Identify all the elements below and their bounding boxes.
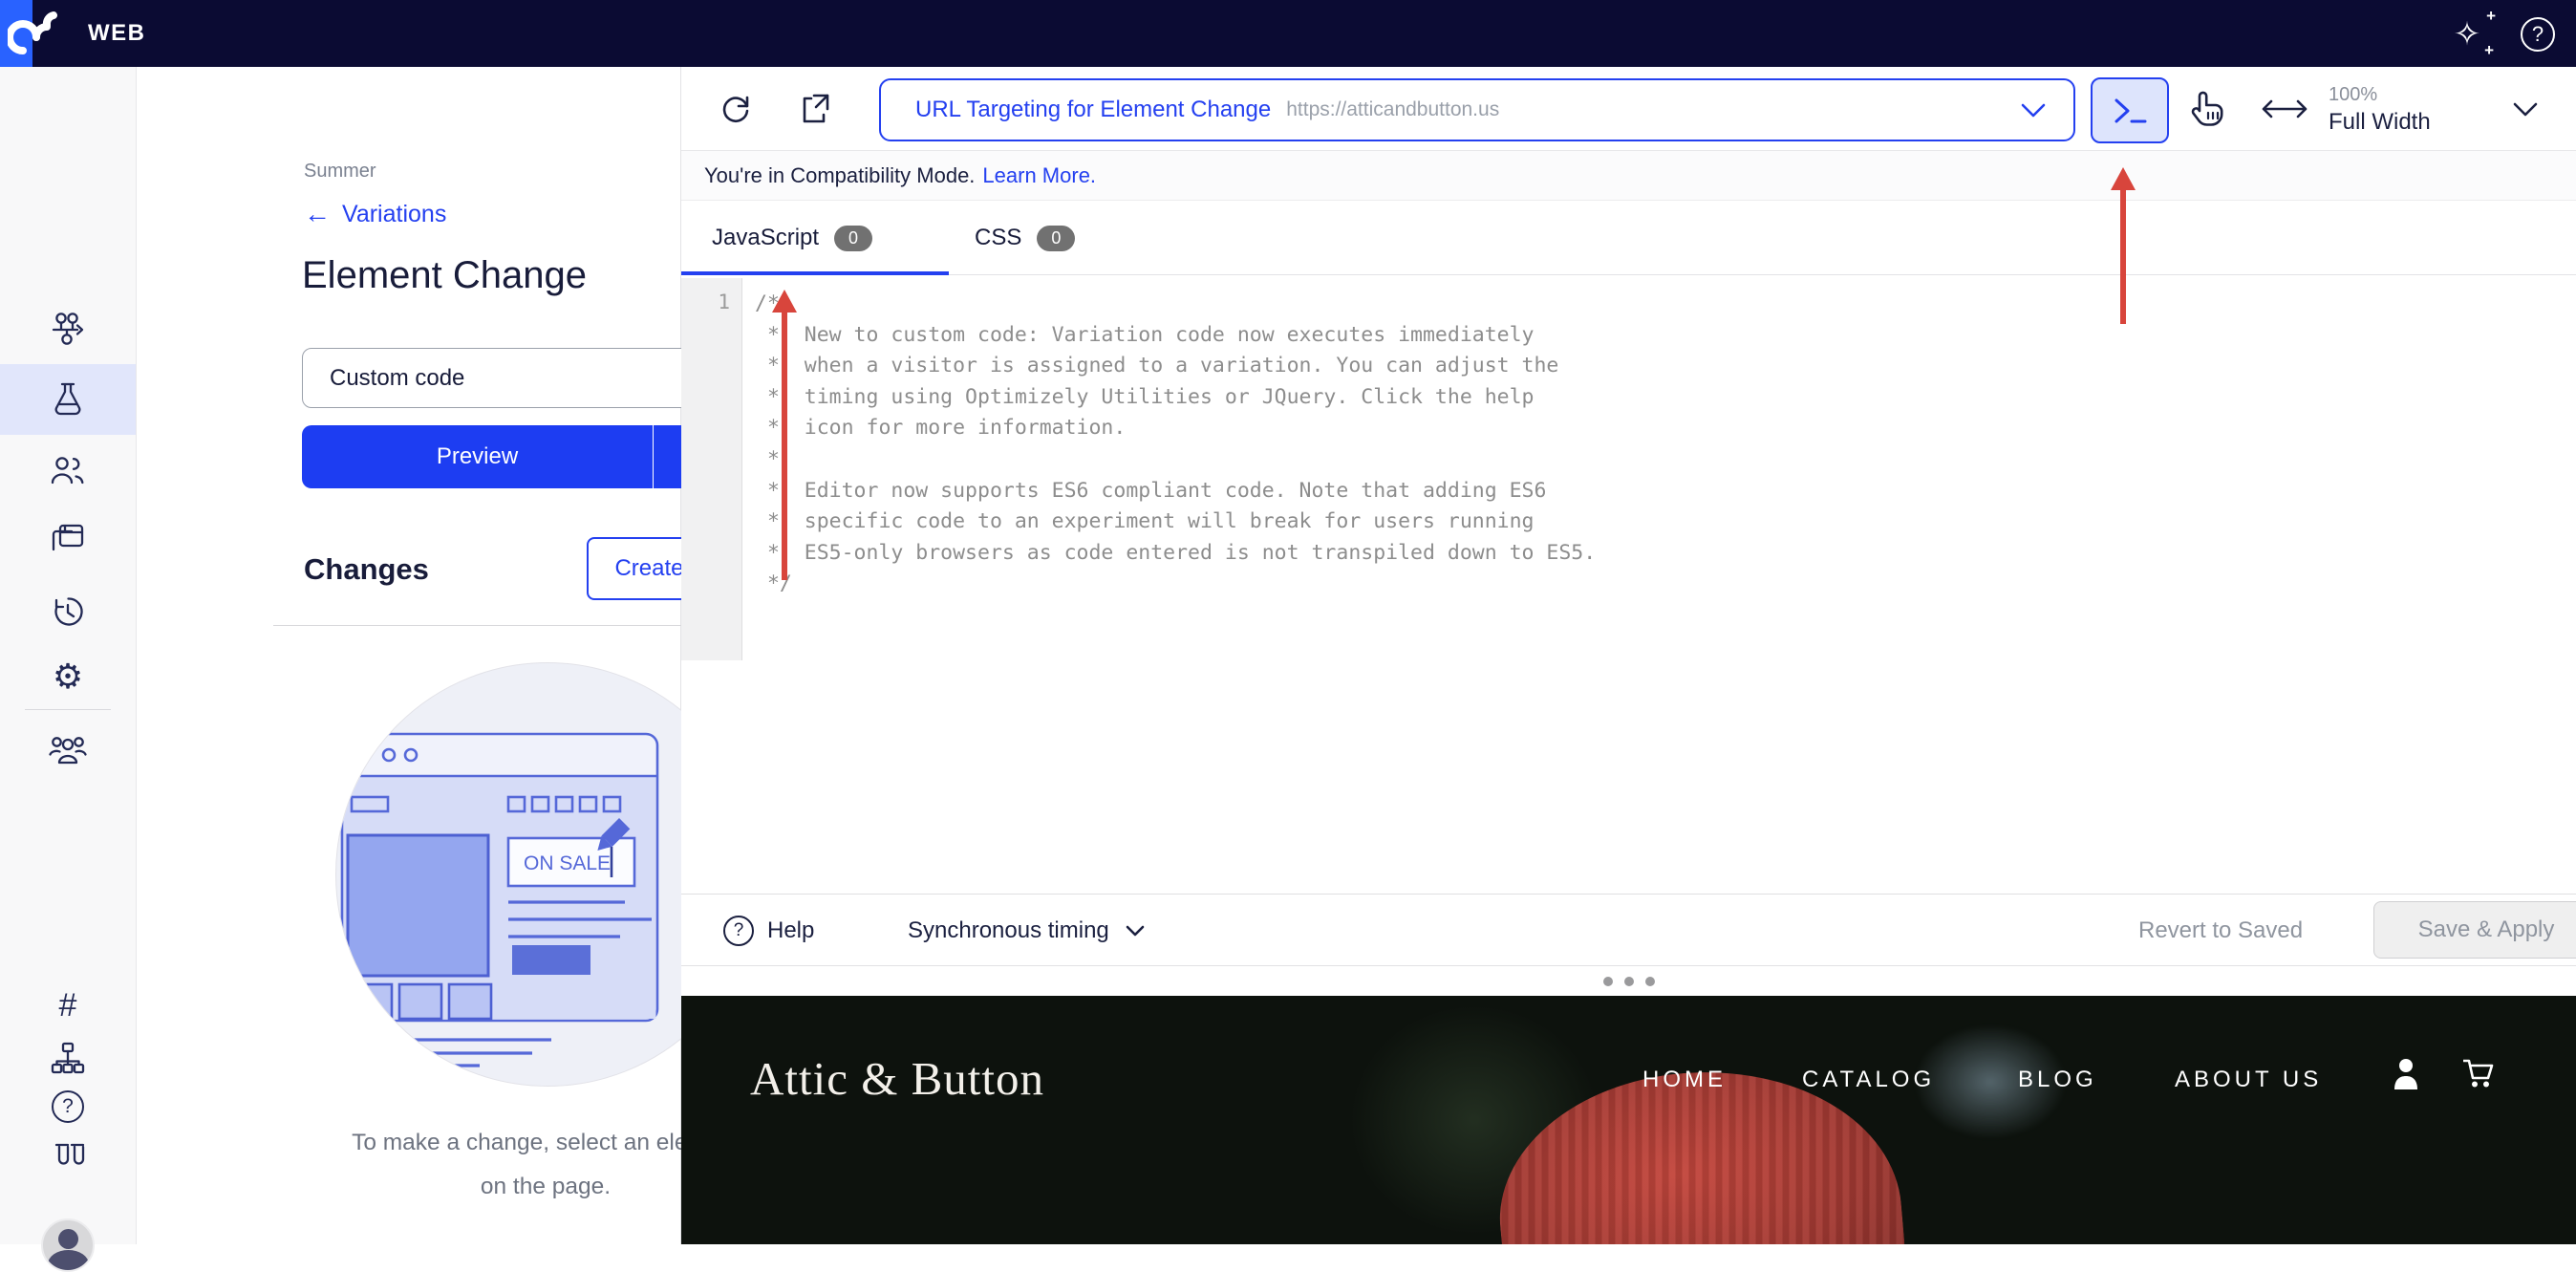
back-to-variations-link[interactable]: ← Variations (304, 199, 446, 229)
account-person-icon[interactable] (2390, 1057, 2422, 1096)
optimizely-logo-icon[interactable] (8, 9, 57, 63)
changes-heading: Changes (304, 552, 429, 587)
rail-audiences-icon[interactable] (0, 436, 136, 507)
save-apply-button[interactable]: Save & Apply (2373, 901, 2576, 959)
account-avatar[interactable] (41, 1218, 95, 1272)
annotation-arrow-terminal (2111, 167, 2136, 324)
help-circle-icon: ? (723, 916, 754, 946)
cart-icon[interactable] (2460, 1057, 2497, 1096)
code-tabs: JavaScript 0 CSS 0 (681, 201, 2576, 275)
left-icon-rail: ⚙ # ? (0, 67, 137, 1244)
rail-labs-icon[interactable] (0, 1123, 136, 1194)
width-arrows-icon (2260, 67, 2309, 151)
interactive-mode-terminal-button[interactable] (2091, 77, 2169, 143)
site-logo-text[interactable]: Attic & Button (750, 1051, 1044, 1106)
rail-pages-icon[interactable] (0, 503, 136, 573)
width-mode-label: Full Width (2329, 109, 2431, 136)
editor-code[interactable]: /* * New to custom code: Variation code … (755, 289, 1596, 600)
rail-collaborators-icon[interactable] (0, 715, 136, 786)
zoom-percent: 100% (2329, 84, 2377, 106)
top-app-bar: WEB ✧++ ? (0, 0, 2576, 67)
help-icon[interactable]: ? (2517, 13, 2559, 55)
site-nav-blog[interactable]: BLOG (2018, 1067, 2097, 1093)
url-targeting-dropdown[interactable]: URL Targeting for Element Change https:/… (879, 78, 2075, 141)
chevron-down-icon (1125, 924, 1146, 938)
revert-to-saved-button[interactable]: Revert to Saved (2138, 895, 2303, 966)
editor-toolbar: URL Targeting for Element Change https:/… (681, 67, 2576, 151)
site-nav-catalog[interactable]: CATALOG (1802, 1067, 1935, 1093)
change-mode-value: Custom code (330, 365, 687, 392)
annotation-arrow-code (772, 290, 797, 580)
chevron-down-icon (2020, 102, 2047, 119)
open-page-icon[interactable] (798, 67, 834, 151)
ai-sparkle-icon[interactable]: ✧++ (2446, 13, 2488, 55)
url-targeting-url: https://atticandbutton.us (1286, 98, 2020, 121)
site-nav-about-us[interactable]: ABOUT US (2175, 1067, 2322, 1093)
preview-button[interactable]: Preview (302, 425, 654, 488)
rail-history-icon[interactable] (0, 576, 136, 647)
rail-settings-icon[interactable]: ⚙ (0, 641, 136, 712)
back-arrow-icon: ← (304, 199, 331, 229)
rail-divider (25, 709, 111, 710)
css-count-badge: 0 (1037, 226, 1075, 251)
site-preview: Attic & Button HOME CATALOG BLOG ABOUT U… (681, 996, 2576, 1244)
learn-more-link[interactable]: Learn More. (982, 163, 1096, 188)
variation-panel: Summer ← Variations Element Change Custo… (137, 67, 681, 1244)
variation-title: Element Change (302, 254, 587, 297)
pointer-hand-icon[interactable] (2187, 67, 2225, 151)
line-number: 1 (718, 291, 730, 313)
panel-resize-handle[interactable] (681, 965, 2576, 996)
code-editor[interactable]: 1 /* * New to custom code: Variation cod… (681, 275, 2576, 894)
compatibility-notice: You're in Compatibility Mode. Learn More… (681, 151, 2576, 201)
width-chevron-down-icon[interactable] (2512, 67, 2539, 151)
editor-footer: ? Help Synchronous timing Revert to Save… (681, 894, 2576, 965)
rail-experiments-icon[interactable] (0, 364, 136, 435)
preview-split-button[interactable]: Preview (302, 425, 736, 488)
change-mode-select[interactable]: Custom code (302, 348, 736, 408)
help-button[interactable]: ? Help (723, 895, 814, 966)
svg-text:ON SALE: ON SALE (524, 852, 611, 874)
refresh-icon[interactable] (719, 67, 753, 151)
product-label: WEB (88, 0, 146, 67)
site-nav-home[interactable]: HOME (1642, 1067, 1727, 1093)
tab-css[interactable]: CSS 0 (975, 201, 1075, 275)
javascript-count-badge: 0 (834, 226, 872, 251)
project-name: Summer (304, 161, 376, 183)
notice-text: You're in Compatibility Mode. (704, 163, 975, 188)
rail-timeline-icon[interactable] (0, 292, 136, 363)
tab-javascript[interactable]: JavaScript 0 (712, 201, 872, 275)
editor-gutter: 1 (681, 278, 742, 660)
timing-dropdown[interactable]: Synchronous timing (908, 895, 1146, 966)
url-targeting-label: URL Targeting for Element Change (915, 97, 1271, 123)
